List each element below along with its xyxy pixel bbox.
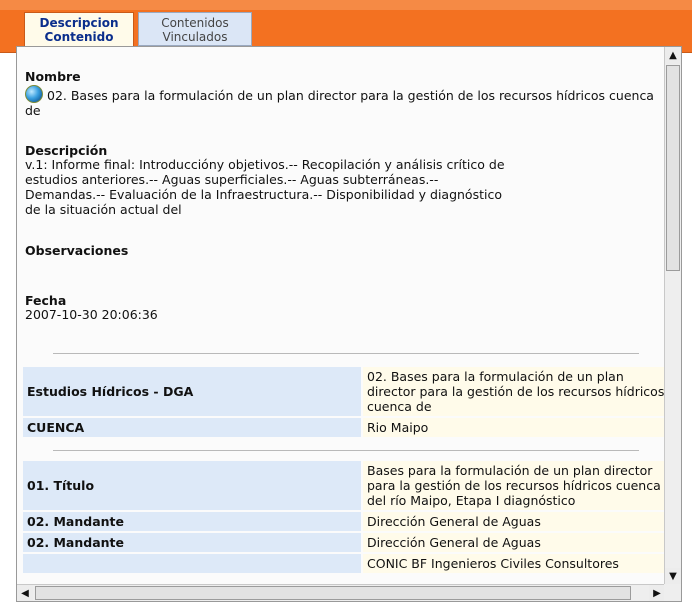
- arrow-up-icon[interactable]: ▲: [665, 47, 681, 64]
- descripcion-line: Demandas.-- Evaluación de la Infraestruc…: [25, 187, 502, 202]
- table-key: 02. Mandante: [23, 533, 361, 552]
- table-value: Dirección General de Aguas: [363, 512, 665, 531]
- arrow-down-icon[interactable]: ▼: [665, 568, 681, 585]
- scroll-content: Nombre 02. Bases para la formulación de …: [17, 47, 665, 585]
- descripcion-line: estudios anteriores.-- Aguas superficial…: [25, 172, 439, 187]
- nombre-value: 02. Bases para la formulación de un plan…: [25, 85, 655, 118]
- tab-label-line2: Vinculados: [162, 30, 228, 44]
- table-key: 01. Título: [23, 461, 361, 510]
- nombre-text: 02. Bases para la formulación de un plan…: [25, 88, 654, 118]
- table-row: CUENCA Rio Maipo: [23, 418, 665, 437]
- descripcion-label: Descripción: [25, 143, 108, 158]
- descripcion-line: v.1: Informe final: Introduccióny objeti…: [25, 157, 505, 172]
- table-value: CONIC BF Ingenieros Civiles Consultores: [363, 554, 665, 573]
- fecha-value: 2007-10-30 20:06:36: [25, 307, 158, 322]
- descripcion-value: v.1: Informe final: Introduccióny objeti…: [25, 157, 655, 217]
- table-row: CONIC BF Ingenieros Civiles Consultores: [23, 554, 665, 573]
- table-key: CUENCA: [23, 418, 361, 437]
- table-value: Bases para la formulación de un plan dir…: [363, 461, 665, 510]
- table-value: Rio Maipo: [363, 418, 665, 437]
- arrow-right-icon[interactable]: ▶: [649, 585, 665, 601]
- table-key: Estudios Hídricos - DGA: [23, 367, 361, 416]
- globe-icon: [25, 85, 43, 103]
- content-panel: Nombre 02. Bases para la formulación de …: [16, 46, 682, 602]
- table-key: 02. Mandante: [23, 512, 361, 531]
- tab-label-line1: Descripcion: [39, 16, 119, 30]
- tab-label-line1: Contenidos: [161, 16, 229, 30]
- fecha-label: Fecha: [25, 293, 67, 308]
- scrollbar-corner: [664, 584, 681, 601]
- tab-label-line2: Contenido: [44, 30, 114, 44]
- table-row: 02. Mandante Dirección General de Aguas: [23, 512, 665, 531]
- vertical-scroll-thumb[interactable]: [666, 65, 680, 271]
- vertical-scrollbar[interactable]: ▲ ▼: [664, 47, 681, 585]
- table-value: Dirección General de Aguas: [363, 533, 665, 552]
- metadata-table-2: 01. Título Bases para la formulación de …: [21, 459, 665, 575]
- table-key: [23, 554, 361, 573]
- horizontal-scroll-thumb[interactable]: [35, 586, 631, 600]
- nombre-label: Nombre: [25, 69, 81, 84]
- header-gloss: [0, 0, 692, 10]
- table-row: 01. Título Bases para la formulación de …: [23, 461, 665, 510]
- separator: [53, 450, 639, 451]
- table-value: 02. Bases para la formulación de un plan…: [363, 367, 665, 416]
- arrow-left-icon[interactable]: ◀: [17, 585, 33, 601]
- observaciones-label: Observaciones: [25, 243, 129, 258]
- separator: [53, 353, 639, 354]
- horizontal-scrollbar[interactable]: ◀ ▶: [17, 584, 665, 601]
- table-row: 02. Mandante Dirección General de Aguas: [23, 533, 665, 552]
- metadata-table-1: Estudios Hídricos - DGA 02. Bases para l…: [21, 365, 665, 439]
- descripcion-line: de la situación actual del: [25, 202, 182, 217]
- tab-contenidos-vinculados[interactable]: Contenidos Vinculados: [138, 12, 252, 46]
- table-row: Estudios Hídricos - DGA 02. Bases para l…: [23, 367, 665, 416]
